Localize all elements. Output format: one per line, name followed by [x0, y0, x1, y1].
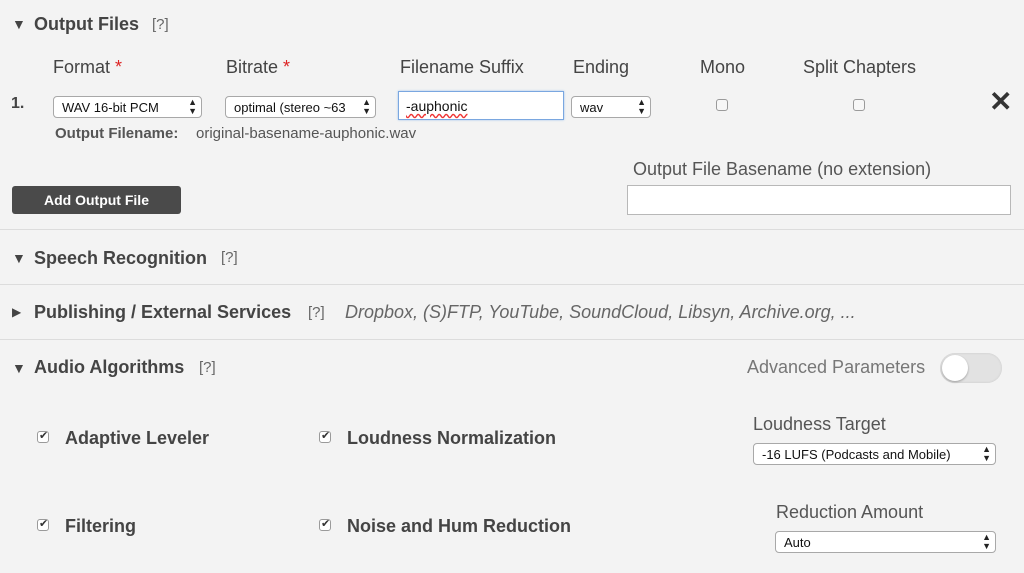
- loudness-normalization-label: Loudness Normalization: [347, 428, 557, 448]
- mono-checkbox[interactable]: [716, 99, 728, 111]
- publishing-services-list: Dropbox, (S)FTP, YouTube, SoundCloud, Li…: [345, 302, 856, 322]
- required-mark: *: [283, 57, 291, 77]
- select-arrows-icon: ▲ ▼: [362, 97, 371, 116]
- help-link-publishing[interactable]: [?]: [308, 304, 325, 321]
- help-link-output-files[interactable]: [?]: [152, 16, 169, 33]
- section-title-speech-recognition[interactable]: Speech Recognition: [34, 248, 207, 269]
- section-title-audio-algorithms[interactable]: Audio Algorithms: [34, 357, 184, 378]
- format-select[interactable]: WAV 16-bit PCM ▲ ▼: [53, 96, 202, 118]
- collapse-triangle-icon[interactable]: ▼: [12, 16, 26, 32]
- filename-suffix-input[interactable]: -auphonic: [398, 91, 564, 120]
- adaptive-leveler-label: Adaptive Leveler: [65, 428, 210, 448]
- column-header-format: Format *: [53, 57, 123, 77]
- section-divider: [0, 229, 1024, 230]
- help-link-speech-recognition[interactable]: [?]: [221, 249, 238, 266]
- toggle-knob: [942, 355, 968, 381]
- basename-input[interactable]: [627, 185, 1011, 215]
- output-filename-label: Output Filename:: [55, 125, 179, 142]
- select-arrows-icon: ▲ ▼: [637, 97, 646, 116]
- collapse-triangle-icon[interactable]: ▼: [12, 250, 26, 266]
- row-index: 1.: [11, 95, 25, 112]
- bitrate-select[interactable]: optimal (stereo ~63 ▲ ▼: [225, 96, 376, 118]
- column-header-split-chapters: Split Chapters: [803, 57, 917, 77]
- collapse-triangle-icon[interactable]: ▼: [12, 360, 26, 376]
- expand-triangle-icon[interactable]: ▶: [12, 305, 21, 319]
- split-chapters-checkbox[interactable]: [853, 99, 865, 111]
- help-link-audio-algorithms[interactable]: [?]: [199, 359, 216, 376]
- select-arrows-icon: ▲ ▼: [982, 532, 991, 551]
- section-title-output-files[interactable]: Output Files: [34, 14, 139, 35]
- remove-output-file-icon[interactable]: ✕: [989, 85, 1012, 118]
- reduction-amount-select[interactable]: Auto ▲ ▼: [775, 531, 996, 553]
- loudness-target-label: Loudness Target: [753, 414, 886, 434]
- noise-hum-reduction-checkbox[interactable]: [319, 517, 331, 531]
- advanced-parameters-label: Advanced Parameters: [747, 357, 926, 377]
- select-arrows-icon: ▲ ▼: [188, 97, 197, 116]
- required-mark: *: [115, 57, 123, 77]
- filtering-label: Filtering: [65, 516, 136, 536]
- section-divider: [0, 339, 1024, 340]
- advanced-parameters-toggle[interactable]: [940, 353, 1002, 383]
- column-header-ending: Ending: [573, 57, 630, 77]
- noise-hum-reduction-label: Noise and Hum Reduction: [347, 516, 572, 536]
- column-header-mono: Mono: [700, 57, 746, 77]
- column-header-bitrate: Bitrate *: [226, 57, 291, 77]
- select-arrows-icon: ▲ ▼: [982, 444, 991, 463]
- section-divider: [0, 284, 1024, 285]
- ending-select[interactable]: wav ▲ ▼: [571, 96, 651, 118]
- section-title-publishing[interactable]: Publishing / External Services: [34, 302, 291, 323]
- adaptive-leveler-checkbox[interactable]: [37, 429, 49, 443]
- loudness-target-select[interactable]: -16 LUFS (Podcasts and Mobile) ▲ ▼: [753, 443, 996, 465]
- loudness-normalization-checkbox[interactable]: [319, 429, 331, 443]
- column-header-filename-suffix: Filename Suffix: [400, 57, 524, 77]
- output-filename-value: original-basename-auphonic.wav: [196, 125, 417, 142]
- add-output-file-button[interactable]: Add Output File: [12, 186, 181, 214]
- reduction-amount-label: Reduction Amount: [776, 502, 924, 522]
- basename-label: Output File Basename (no extension): [633, 159, 932, 179]
- filtering-checkbox[interactable]: [37, 517, 49, 531]
